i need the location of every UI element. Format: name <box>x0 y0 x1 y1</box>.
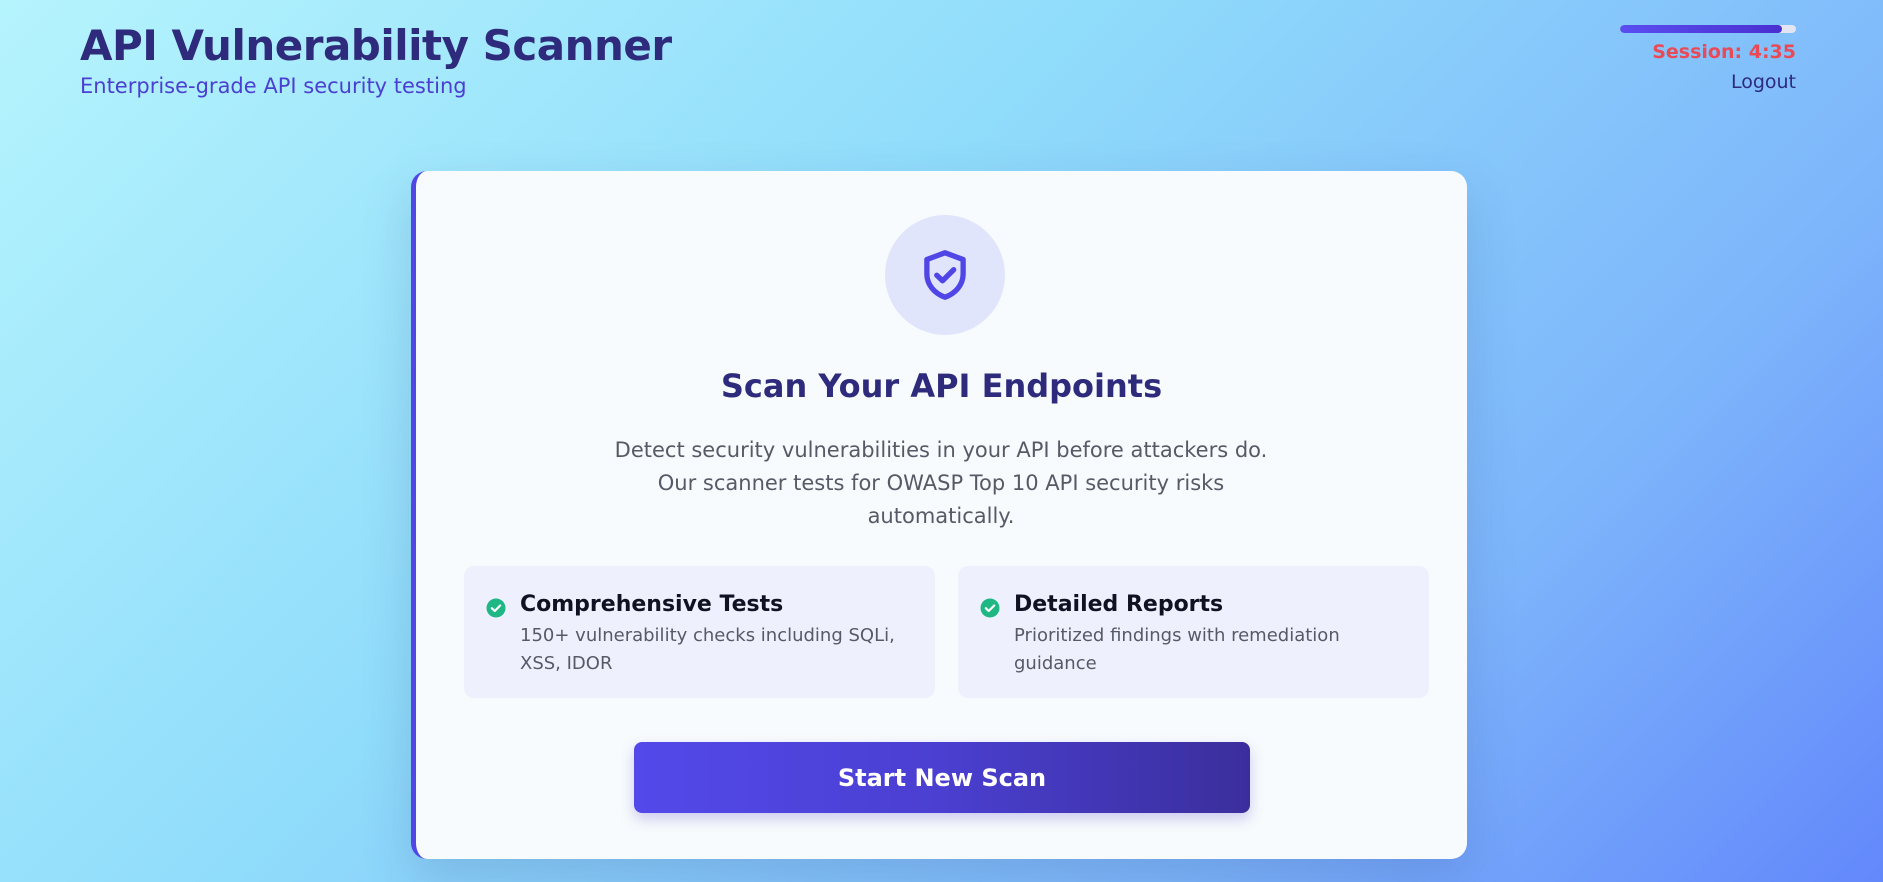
card-title: Scan Your API Endpoints <box>720 367 1163 405</box>
app-subtitle: Enterprise-grade API security testing <box>80 74 467 98</box>
shield-icon-badge <box>885 215 1005 335</box>
logout-link[interactable]: Logout <box>1731 71 1796 93</box>
header-branding: API Vulnerability Scanner Enterprise-gra… <box>80 20 672 100</box>
start-new-scan-button[interactable]: Start New Scan <box>634 742 1250 813</box>
description-line: Our scanner tests for OWASP Top 10 API s… <box>657 471 1225 495</box>
check-circle-icon <box>980 598 1000 618</box>
description-line: Detect security vulnerabilities in your … <box>614 438 1268 462</box>
session-progress-bar <box>1620 25 1796 33</box>
feature-title: Comprehensive Tests <box>520 592 784 617</box>
session-timer: Session: 4:35 <box>1652 41 1796 63</box>
feature-description: Prioritized findings with remediation gu… <box>1014 622 1409 678</box>
card-description: Detect security vulnerabilities in your … <box>591 434 1291 533</box>
feature-title: Detailed Reports <box>1014 592 1224 617</box>
feature-description-line: 150+ vulnerability checks including SQLi… <box>520 625 895 646</box>
app-title: API Vulnerability Scanner <box>80 21 672 70</box>
feature-detailed-reports: Detailed Reports Prioritized findings wi… <box>958 566 1429 698</box>
feature-description: 150+ vulnerability checks including SQLi… <box>520 622 915 678</box>
feature-description-line: guidance <box>1014 653 1097 674</box>
feature-comprehensive-tests: Comprehensive Tests 150+ vulnerability c… <box>464 566 935 698</box>
feature-description-line: Prioritized findings with remediation <box>1014 625 1340 646</box>
session-panel: Session: 4:35 Logout <box>1620 25 1796 93</box>
description-line: automatically. <box>867 504 1015 528</box>
session-progress-fill <box>1620 25 1782 33</box>
scan-card: Scan Your API Endpoints Detect security … <box>411 171 1467 859</box>
shield-check-icon <box>924 250 966 300</box>
feature-description-line: XSS, IDOR <box>520 653 613 674</box>
check-circle-icon <box>486 598 506 618</box>
